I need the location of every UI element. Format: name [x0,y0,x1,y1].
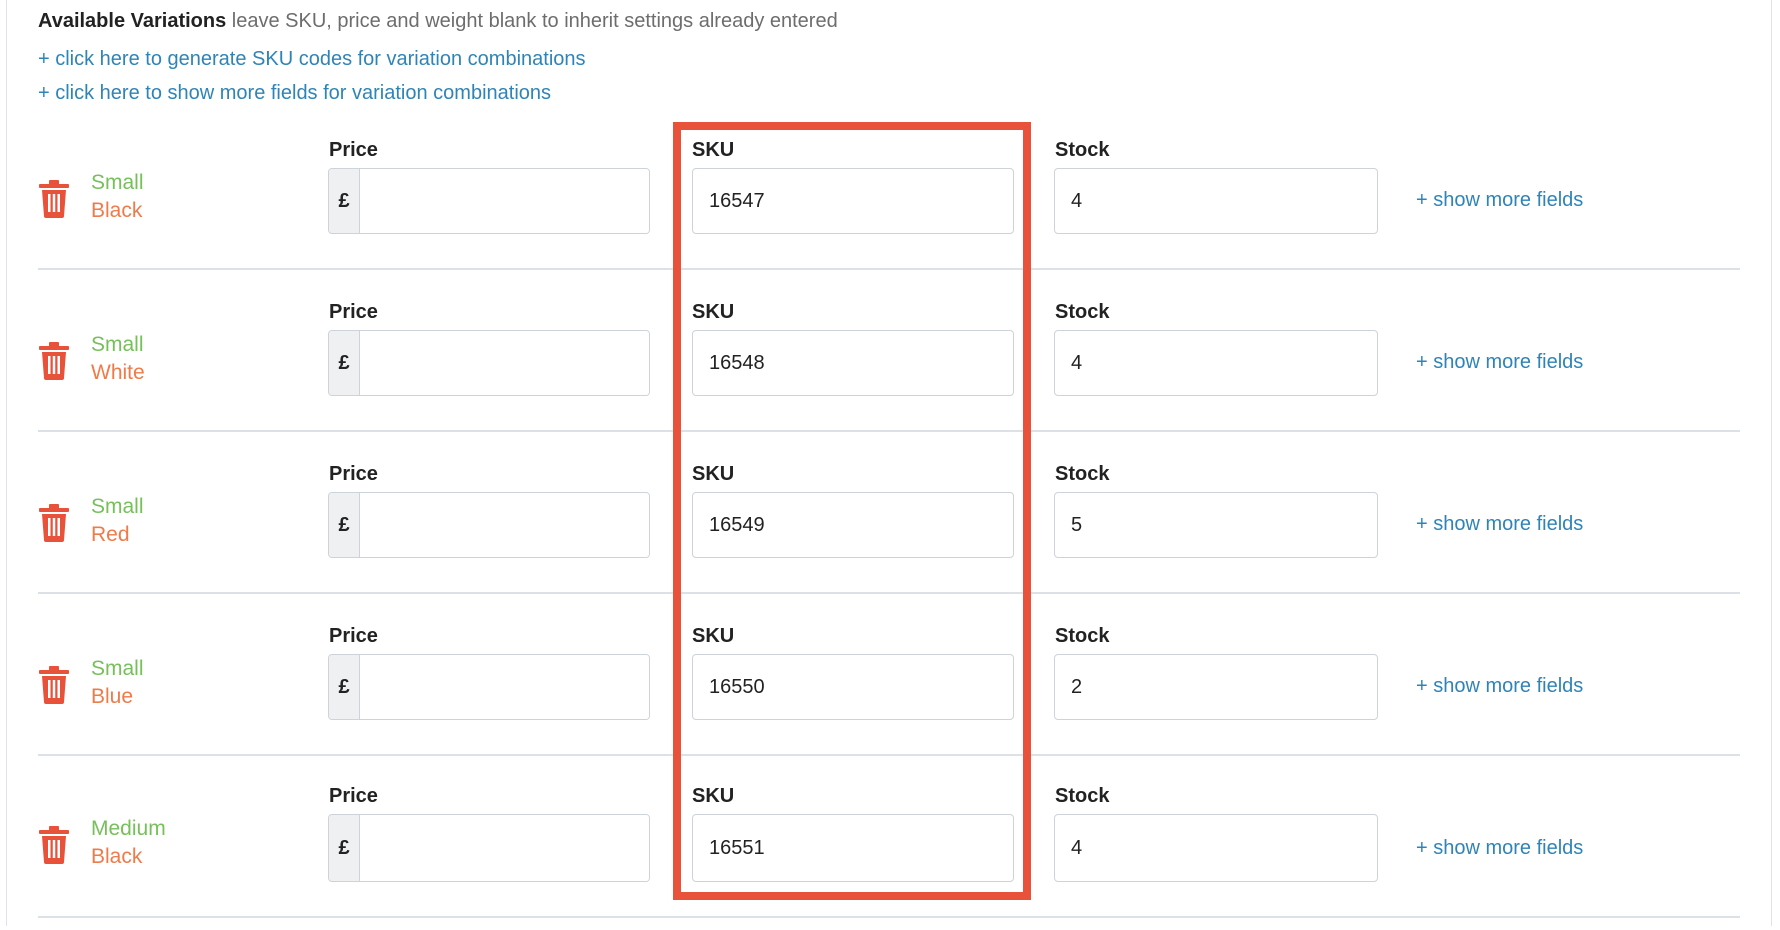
variation-row: Small White Price £ SKU Stock + show mor… [0,284,1780,446]
row-divider [38,430,1740,432]
stock-input[interactable] [1054,330,1378,396]
row-divider [38,268,1740,270]
show-more-fields-all-link[interactable]: + click here to show more fields for var… [38,80,551,106]
price-label: Price [329,139,378,161]
currency-symbol: £ [329,815,360,881]
price-label: Price [329,785,378,807]
row-divider [38,592,1740,594]
sku-input[interactable] [692,168,1014,234]
sku-input[interactable] [692,814,1014,882]
price-field: £ [328,654,650,720]
variation-row: Small Blue Price £ SKU Stock + show more… [0,608,1780,770]
variation-size: Small [91,333,144,356]
section-header: Available Variations leave SKU, price an… [38,8,838,34]
price-field: £ [328,330,650,396]
variation-size: Small [91,171,144,194]
currency-symbol: £ [329,331,360,395]
price-input[interactable] [360,331,649,395]
variation-size: Small [91,495,144,518]
price-input[interactable] [360,493,649,557]
price-field: £ [328,814,650,882]
show-more-fields-link[interactable]: + show more fields [1416,188,1583,212]
stock-label: Stock [1055,625,1110,647]
row-divider [38,754,1740,756]
variation-color: Black [91,199,143,222]
show-more-fields-link[interactable]: + show more fields [1416,350,1583,374]
price-input[interactable] [360,815,649,881]
stock-label: Stock [1055,139,1110,161]
stock-label: Stock [1055,463,1110,485]
sku-input[interactable] [692,330,1014,396]
sku-input[interactable] [692,654,1014,720]
show-more-fields-link[interactable]: + show more fields [1416,512,1583,536]
stock-input[interactable] [1054,654,1378,720]
variation-row: Small Red Price £ SKU Stock + show more … [0,446,1780,608]
trash-icon[interactable] [38,342,70,380]
trash-icon[interactable] [38,826,70,864]
price-input[interactable] [360,169,649,233]
price-input[interactable] [360,655,649,719]
stock-input[interactable] [1054,814,1378,882]
sku-input[interactable] [692,492,1014,558]
variation-row: Small Black Price £ SKU Stock + show mor… [0,122,1780,284]
price-field: £ [328,168,650,234]
trash-icon[interactable] [38,504,70,542]
stock-label: Stock [1055,301,1110,323]
currency-symbol: £ [329,493,360,557]
generate-sku-link[interactable]: + click here to generate SKU codes for v… [38,46,586,72]
sku-label: SKU [692,139,735,161]
price-label: Price [329,625,378,647]
variation-color: Black [91,845,143,868]
price-label: Price [329,301,378,323]
sku-label: SKU [692,785,735,807]
stock-input[interactable] [1054,492,1378,558]
price-field: £ [328,492,650,558]
variation-color: Red [91,523,130,546]
stock-input[interactable] [1054,168,1378,234]
section-hint: leave SKU, price and weight blank to inh… [231,10,838,32]
currency-symbol: £ [329,169,360,233]
sku-label: SKU [692,301,735,323]
sku-label: SKU [692,463,735,485]
currency-symbol: £ [329,655,360,719]
variation-size: Medium [91,817,166,840]
trash-icon[interactable] [38,666,70,704]
show-more-fields-link[interactable]: + show more fields [1416,674,1583,698]
trash-icon[interactable] [38,180,70,218]
variation-color: Blue [91,685,134,708]
stock-label: Stock [1055,785,1110,807]
section-title: Available Variations [38,10,227,32]
row-divider [38,916,1740,918]
variation-size: Small [91,657,144,680]
sku-label: SKU [692,625,735,647]
variation-row: Medium Black Price £ SKU Stock + show mo… [0,768,1780,930]
price-label: Price [329,463,378,485]
show-more-fields-link[interactable]: + show more fields [1416,836,1583,860]
variation-color: White [91,361,145,384]
